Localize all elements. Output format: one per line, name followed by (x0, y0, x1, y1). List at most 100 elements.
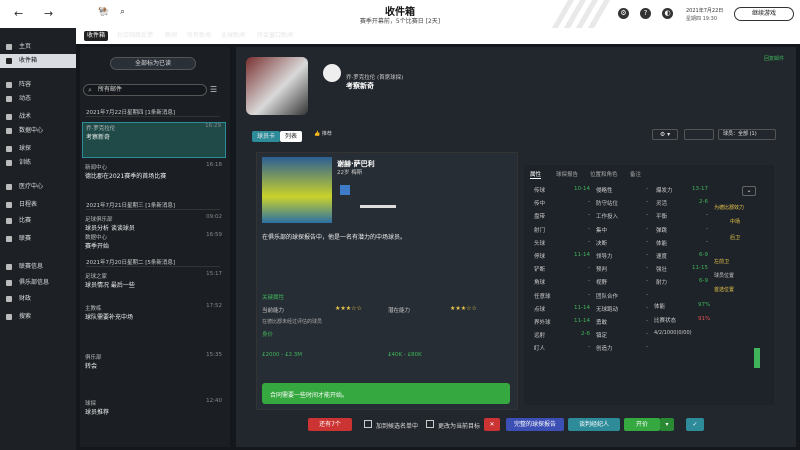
technical-attr-label: 盯人 (534, 346, 546, 353)
sidebar-item-11[interactable]: 联赛 (0, 232, 76, 246)
technical-attr-label: 界外球 (534, 320, 551, 326)
club-crest-icon (323, 64, 341, 82)
full-report-button[interactable]: 完整的球探报告 (506, 418, 564, 431)
tab-3[interactable]: 所有新闻 (184, 31, 214, 41)
sidebar-item-12[interactable]: 联赛信息 (0, 260, 76, 274)
message-item[interactable]: 乔·罗克拉伦 考察新奇 16:29 (82, 122, 226, 158)
mental-attr-value: - (646, 278, 648, 285)
sidebar-item-10[interactable]: 比赛 (0, 214, 76, 228)
attr-tab-1[interactable]: 球探报告 (556, 170, 578, 178)
sidebar-icon (6, 264, 12, 270)
date-group-2[interactable]: 2021年7月20日星期二 [5条新消息] (86, 258, 220, 267)
message-item[interactable]: 俱乐部 转会 15:35 (82, 352, 226, 371)
sidebar-item-3[interactable]: 动态 (0, 92, 76, 106)
message-time: 09:02 (206, 214, 222, 220)
mental-attr-label: 创造力 (596, 346, 613, 353)
tab-1[interactable]: 社交网络反馈 (114, 31, 156, 41)
fitness-label: 体能 (654, 304, 666, 310)
technical-attr-label: 点球 (534, 306, 546, 313)
sidebar-item-5[interactable]: 数据中心 (0, 124, 76, 138)
world-icon[interactable]: ◐ (662, 8, 673, 19)
physical-attr-label: 强壮 (656, 267, 668, 274)
settings-icon[interactable]: ⚙ (618, 8, 629, 19)
sidebar-item-label: 训练 (19, 159, 32, 166)
mark-all-read-button[interactable]: 全部标为已读 (110, 57, 196, 70)
attr-tab-0[interactable]: 属性 (530, 170, 542, 179)
tab-4[interactable]: 全球新闻 (218, 31, 248, 41)
mental-attr-label: 防守站位 (596, 201, 619, 208)
physical-attr-value: - (706, 238, 708, 245)
tab-2[interactable]: 新闻 (162, 31, 180, 41)
date-group-0[interactable]: 2021年7月22日星期四 [1条新消息] (86, 108, 220, 117)
remove-button[interactable]: ✕ (484, 418, 500, 431)
help-icon[interactable]: ? (640, 8, 651, 19)
position-3: 左前卫 (714, 259, 730, 265)
message-sender: 足球俱乐部 (85, 217, 113, 223)
confirm-button[interactable]: ✓ (686, 418, 704, 431)
message-sender: 新闻中心 (85, 165, 108, 171)
physical-attr-label: 速度 (656, 254, 668, 260)
technical-attr-value: - (588, 265, 590, 272)
tab-player-card[interactable]: 球员卡 (252, 131, 280, 142)
sidebar-item-4[interactable]: 战术 (0, 110, 76, 124)
mental-attr-value: - (646, 238, 648, 245)
message-item[interactable]: 数据中心 赛季开始 16:59 (82, 232, 226, 251)
message-item[interactable]: 主教练 球队需要补充中场 17:52 (82, 303, 226, 322)
sidebar-item-15[interactable]: 搜索 (0, 310, 76, 324)
sidebar-item-14[interactable]: 财政 (0, 292, 76, 306)
sidebar-icon (6, 58, 12, 64)
technical-attr-label: 头球 (534, 240, 546, 247)
message-item[interactable]: 足球俱乐部 球员分析 谈谈球员 09:02 (82, 214, 226, 233)
mental-attr-label: 预判 (596, 267, 608, 274)
message-subject: 球员情况 最后一些 (85, 282, 135, 289)
value-range: £2000 - £2.3M (262, 352, 302, 358)
options-button[interactable]: ⚙ ▾ (652, 129, 678, 140)
potential-label: 潜在能力 (388, 308, 411, 314)
sidebar-item-13[interactable]: 俱乐部信息 (0, 276, 76, 290)
tab-list[interactable]: 列表 (280, 131, 302, 142)
sidebar-icon (6, 314, 12, 320)
attr-tab-2[interactable]: 位置和角色 (590, 170, 618, 178)
more-button[interactable]: 还有7个 (308, 418, 352, 431)
sidebar-item-9[interactable]: 日程表 (0, 198, 76, 212)
sidebar-item-2[interactable]: 阵容 (0, 78, 76, 92)
search-input[interactable]: 所有邮件 (83, 84, 207, 96)
make-offer-button[interactable]: 开价 (624, 418, 660, 431)
compare-dropdown[interactable] (684, 129, 714, 140)
sidebar-item-label: 财政 (19, 295, 32, 302)
sidebar-item-6[interactable]: 球探 (0, 142, 76, 156)
shortlist-checkbox[interactable] (364, 420, 372, 428)
date-group-1[interactable]: 2021年7月21日星期三 [1条新消息] (86, 201, 220, 210)
technical-attr-value: - (588, 278, 590, 285)
offer-dropdown-button[interactable]: ▾ (660, 418, 674, 431)
message-sender: 主教练 (85, 306, 102, 312)
message-time: 15:35 (206, 352, 222, 358)
technical-attr-label: 铲断 (534, 267, 546, 274)
sidebar-item-0[interactable]: 主页 (0, 40, 76, 54)
target-checkbox[interactable] (426, 420, 434, 428)
reply-link[interactable]: 回复邮件 (764, 55, 784, 62)
message-item[interactable]: 球探 球员推荐 12:40 (82, 398, 226, 417)
message-item[interactable]: 足球之家 球员情况 最后一些 15:17 (82, 271, 226, 290)
sidebar-item-8[interactable]: 医疗中心 (0, 180, 76, 194)
attributes-dropdown[interactable]: ⌄ (742, 186, 756, 196)
sidebar-item-label: 数据中心 (19, 127, 44, 134)
page-subtitle: 赛季开幕前，5个比赛日 [2天] (359, 18, 441, 25)
sidebar-item-1[interactable]: 收件箱 (0, 54, 76, 68)
filter-menu-icon[interactable]: ☰ (210, 85, 217, 94)
sidebar-icon (6, 146, 12, 152)
negotiate-agent-button[interactable]: 谈判经纪人 (568, 418, 620, 431)
sidebar-item-7[interactable]: 训练 (0, 156, 76, 170)
continue-button[interactable]: 继续游戏 (734, 7, 794, 21)
technical-attr-value: - (588, 344, 590, 351)
message-item[interactable]: 新闻中心 德比郡在2021赛季的首场比赛 16:18 (82, 162, 226, 181)
attr-tab-3[interactable]: 备注 (630, 170, 641, 178)
recommend-label: 👍 推荐 (314, 131, 332, 137)
sidebar-icon (6, 236, 12, 242)
tab-0[interactable]: 收件箱 (84, 31, 109, 41)
physical-attr-label: 弹跳 (656, 227, 668, 234)
top-bar: ← → 🐏 ⌕ 收件箱 赛季开幕前，5个比赛日 [2天] ⚙ ? ◐ 2021年… (0, 0, 800, 28)
message-time: 16:59 (206, 232, 222, 238)
filter-dropdown[interactable]: 球员：全部 (1) (718, 129, 776, 140)
tab-5[interactable]: 转会窗口新闻 (254, 31, 296, 41)
